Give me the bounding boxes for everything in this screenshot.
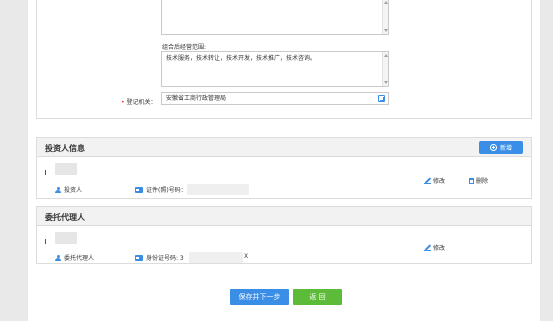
- trash-icon: [469, 177, 474, 184]
- edit-agent-label: 修改: [433, 245, 446, 252]
- record-marker: [45, 170, 46, 175]
- registration-authority-input[interactable]: 安徽省工商行政管理局: [161, 92, 389, 105]
- select-icon[interactable]: [378, 95, 385, 102]
- company-info-panel: 组合后经营范围: 技术服务，技术转让，技术开发，技术推广，技术咨询。 • 登记机关…: [36, 0, 532, 119]
- investor-section-header: 投资人信息 新增: [37, 138, 531, 157]
- textarea-scrollbar[interactable]: [382, 0, 388, 34]
- investor-section: 投资人信息 新增 投资人 证件(照)号码： 修改 删除: [36, 137, 532, 199]
- business-scope-textarea[interactable]: [161, 0, 389, 35]
- id-card-icon: [135, 254, 143, 261]
- investor-record: 投资人 证件(照)号码： 修改 删除: [37, 157, 531, 195]
- agent-section-header: 委托代理人: [37, 207, 531, 226]
- edit-investor-label: 修改: [433, 178, 446, 185]
- delete-investor-label: 删除: [476, 178, 489, 185]
- investor-section-title: 投资人信息: [45, 144, 85, 153]
- agent-section: 委托代理人 委托代理人 身份证号码: 3 X 修改: [36, 206, 532, 264]
- agent-id-redacted: [189, 252, 243, 263]
- agent-type-label: 委托代理人: [64, 255, 95, 262]
- agent-section-title: 委托代理人: [45, 213, 85, 222]
- registration-authority-label-text: 登记机关：: [126, 99, 157, 106]
- pencil-icon: [424, 177, 431, 184]
- agent-id-suffix: X: [244, 253, 249, 260]
- page: 组合后经营范围: 技术服务，技术转让，技术开发，技术推广，技术咨询。 • 登记机关…: [28, 0, 540, 321]
- investor-id-redacted: [187, 184, 249, 195]
- agent-type: 委托代理人: [55, 253, 94, 262]
- agent-id: 身份证号码: 3: [135, 253, 184, 262]
- scroll-down-icon[interactable]: [384, 29, 388, 32]
- delete-investor-button[interactable]: 删除: [469, 176, 488, 185]
- edit-agent-button[interactable]: 修改: [424, 243, 445, 252]
- record-marker: [45, 239, 46, 244]
- combined-scope-label: 组合后经营范围:: [162, 44, 207, 51]
- agent-id-label: 身份证号码: 3: [146, 255, 184, 262]
- back-button[interactable]: 返 回: [293, 289, 342, 305]
- add-investor-label: 新增: [499, 145, 512, 152]
- pencil-icon: [424, 244, 431, 251]
- required-marker: •: [121, 99, 125, 106]
- investor-id-label: 证件(照)号码：: [146, 187, 187, 194]
- combined-scope-scrollbar[interactable]: [382, 52, 388, 86]
- investor-type-label: 投资人: [64, 187, 83, 194]
- registration-authority-label: • 登记机关：: [121, 97, 157, 106]
- registration-authority-value: 安徽省工商行政管理局: [166, 95, 227, 102]
- id-card-icon: [135, 186, 143, 193]
- combined-scope-textarea[interactable]: 技术服务，技术转让，技术开发，技术推广，技术咨询。: [161, 51, 389, 87]
- add-investor-button[interactable]: 新增: [479, 141, 523, 154]
- save-and-next-button[interactable]: 保存并下一步: [230, 289, 289, 305]
- agent-record: 委托代理人 身份证号码: 3 X 修改: [37, 226, 531, 263]
- investor-type: 投资人: [55, 185, 82, 194]
- agent-name-redacted: [55, 232, 77, 244]
- person-icon: [55, 254, 61, 261]
- combined-scope-value: 技术服务，技术转让，技术开发，技术推广，技术咨询。: [166, 55, 317, 62]
- investor-name-redacted: [55, 163, 77, 175]
- scroll-down-icon[interactable]: [384, 81, 388, 84]
- person-icon: [55, 186, 61, 193]
- investor-id: 证件(照)号码：: [135, 185, 187, 194]
- scroll-up-icon[interactable]: [384, 1, 388, 4]
- scroll-up-icon[interactable]: [384, 54, 388, 57]
- plus-circle-icon: [489, 144, 497, 151]
- edit-investor-button[interactable]: 修改: [424, 176, 445, 185]
